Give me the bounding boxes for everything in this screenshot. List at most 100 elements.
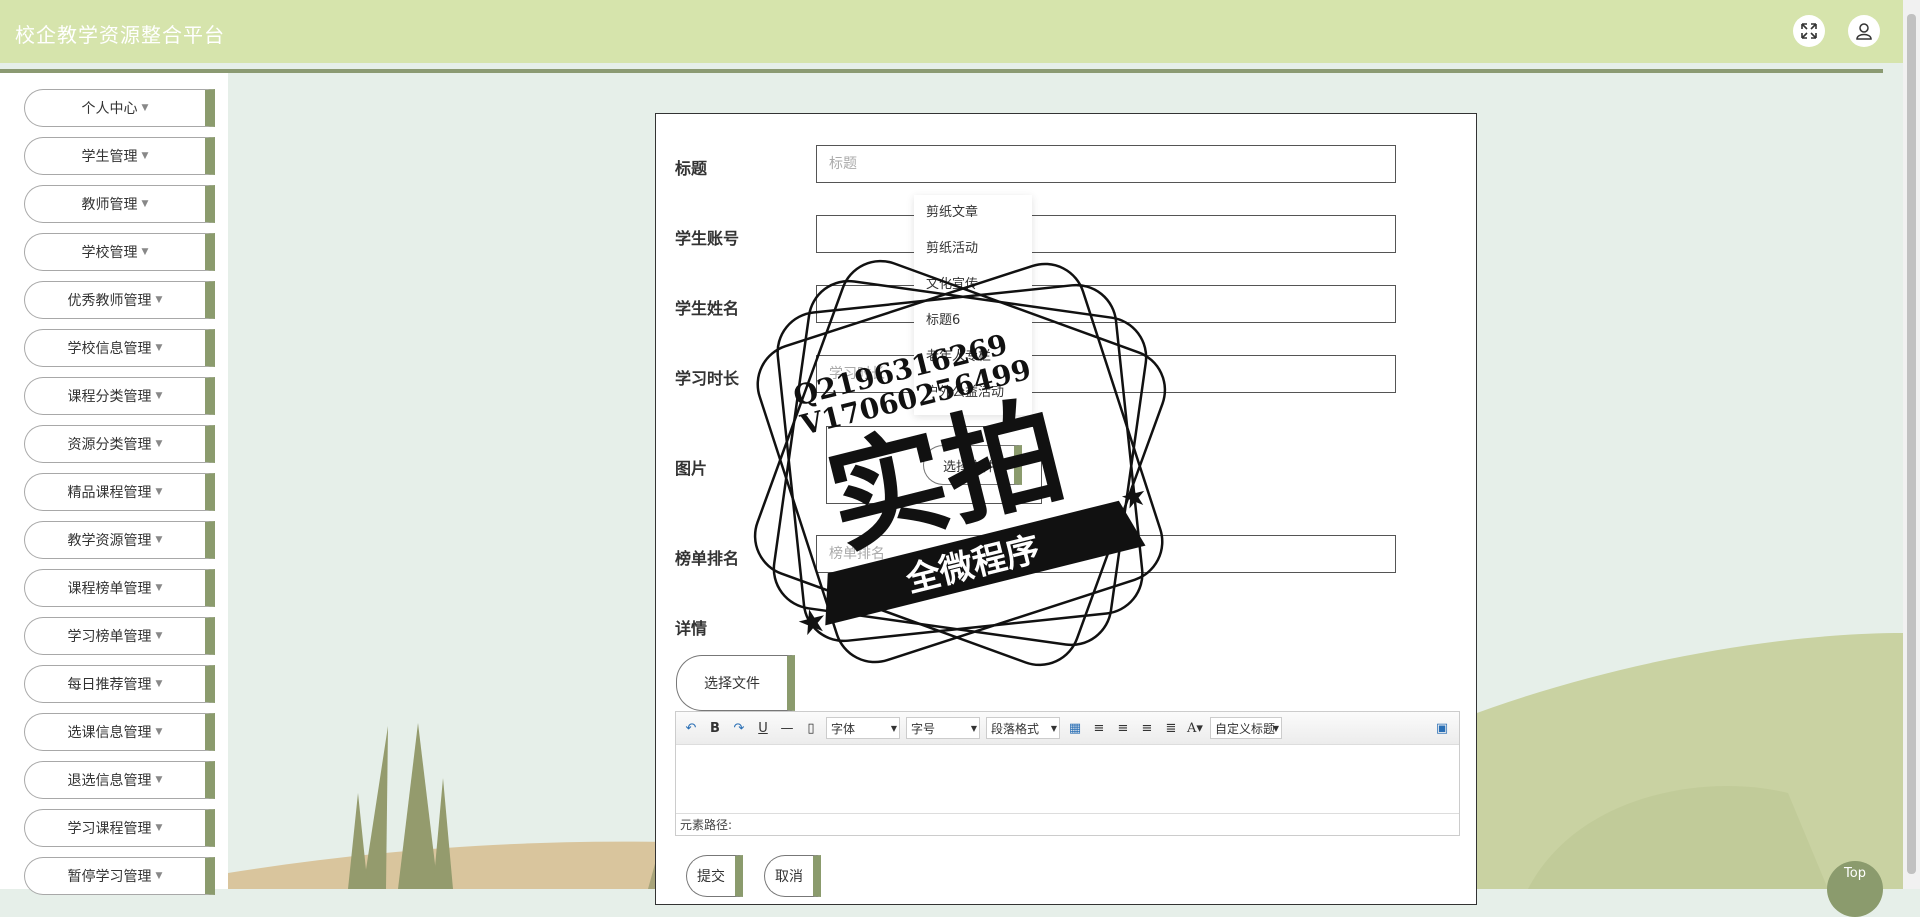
dropdown-item[interactable]: 老年人专栏	[914, 339, 1032, 375]
sidebar-item-paused-learning[interactable]: 暂停学习管理 ▼	[24, 857, 215, 895]
caret-down-icon: ▼	[141, 199, 149, 209]
sidebar-item-label: 选课信息管理	[67, 725, 152, 741]
dropdown-item[interactable]: 文化宣传	[914, 267, 1032, 303]
cancel-button[interactable]: 取消	[764, 855, 821, 897]
horizontal-rule-icon[interactable]: —	[778, 721, 796, 736]
image-choose-file-button[interactable]: 选择文件	[923, 445, 1022, 485]
caret-down-icon: ▼	[155, 775, 163, 785]
caret-down-icon: ▼	[155, 439, 163, 449]
sidebar-item-label: 课程分类管理	[67, 389, 152, 405]
rank-label: 榜单排名	[675, 549, 740, 568]
caret-down-icon: ▼	[155, 727, 163, 737]
caret-down-icon: ▼	[155, 487, 163, 497]
title-input[interactable]	[816, 145, 1396, 183]
custom-title-label: 自定义标题	[1215, 721, 1276, 736]
sidebar-item-label: 学习榜单管理	[67, 629, 152, 645]
image-upload-box: 选择文件	[826, 426, 1042, 504]
scrollbar-thumb[interactable]	[1907, 14, 1916, 874]
page-icon[interactable]: ▯	[802, 721, 820, 736]
sidebar-item-featured-courses[interactable]: 精品课程管理 ▼	[24, 473, 215, 511]
bold-icon[interactable]: B	[706, 721, 724, 736]
caret-down-icon: ▼	[141, 247, 149, 257]
caret-down-icon: ▼	[141, 103, 149, 113]
account-input[interactable]	[816, 215, 1396, 253]
dropdown-item[interactable]: 标题6	[914, 303, 1032, 339]
detail-choose-file-button[interactable]: 选择文件	[676, 655, 795, 711]
paragraph-select-label: 段落格式	[991, 721, 1040, 736]
redo-icon[interactable]: ↷	[730, 721, 748, 736]
sidebar-item-teachers[interactable]: 教师管理 ▼	[24, 185, 215, 223]
submit-button[interactable]: 提交	[686, 855, 743, 897]
caret-down-icon: ▼	[155, 583, 163, 593]
sidebar-item-course-categories[interactable]: 课程分类管理 ▼	[24, 377, 215, 415]
sidebar-item-teaching-resources[interactable]: 教学资源管理 ▼	[24, 521, 215, 559]
sidebar-item-excellent-teachers[interactable]: 优秀教师管理 ▼	[24, 281, 215, 319]
sidebar-item-label: 学校管理	[81, 245, 138, 261]
name-input[interactable]	[816, 285, 1396, 323]
sidebar-item-course-selection[interactable]: 选课信息管理 ▼	[24, 713, 215, 751]
duration-input[interactable]	[816, 355, 1396, 393]
sidebar-item-label: 暂停学习管理	[67, 869, 152, 885]
title-suggestion-dropdown: 剪纸文章 剪纸活动 文化宣传 标题6 老年人专栏 户外公益活动	[914, 195, 1032, 415]
sidebar-item-label: 教学资源管理	[67, 533, 152, 549]
user-button[interactable]	[1848, 15, 1880, 47]
account-label: 学生账号	[675, 229, 740, 248]
editor-body[interactable]	[676, 745, 1459, 805]
name-label: 学生姓名	[675, 299, 740, 318]
image-label: 图片	[675, 459, 708, 478]
sidebar-item-label: 个人中心	[81, 101, 138, 117]
sidebar-item-course-withdrawal[interactable]: 退选信息管理 ▼	[24, 761, 215, 799]
user-icon	[1856, 23, 1872, 40]
dropdown-item[interactable]: 户外公益活动	[914, 375, 1032, 411]
editor-toolbar: ↶ B ↷ U — ▯ 字体 ▼ 字号 ▼ 段落格式 ▼ ▦ ≡ ≡ ≡ ≣ A▾ 自…	[676, 712, 1459, 745]
caret-down-icon: ▼	[155, 631, 163, 641]
font-size-select[interactable]: 字号 ▼	[906, 717, 980, 739]
sidebar-item-schools[interactable]: 学校管理 ▼	[24, 233, 215, 271]
size-select-label: 字号	[911, 721, 936, 736]
dropdown-item[interactable]: 剪纸文章	[914, 195, 1032, 231]
rich-text-editor: ↶ B ↷ U — ▯ 字体 ▼ 字号 ▼ 段落格式 ▼ ▦ ≡ ≡ ≡ ≣ A▾ 自…	[675, 711, 1460, 836]
fullscreen-button[interactable]	[1793, 15, 1825, 47]
editor-status-bar: 元素路径:	[676, 813, 1459, 835]
app-title: 校企教学资源整合平台	[15, 23, 225, 47]
font-color-icon[interactable]: A▾	[1186, 721, 1204, 736]
undo-icon[interactable]: ↶	[682, 721, 700, 736]
sidebar-item-daily-recommendation[interactable]: 每日推荐管理 ▼	[24, 665, 215, 703]
sidebar-item-label: 精品课程管理	[67, 485, 152, 501]
align-right-icon[interactable]: ≡	[1114, 721, 1132, 736]
sidebar-item-label: 优秀教师管理	[67, 293, 152, 309]
align-justify-icon[interactable]: ≣	[1162, 721, 1180, 736]
sidebar-item-students[interactable]: 学生管理 ▼	[24, 137, 215, 175]
sidebar-item-study-ranking[interactable]: 学习榜单管理 ▼	[24, 617, 215, 655]
detail-label: 详情	[675, 619, 708, 638]
caret-down-icon: ▼	[155, 823, 163, 833]
sidebar-item-learning-courses[interactable]: 学习课程管理 ▼	[24, 809, 215, 847]
caret-down-icon: ▼	[155, 535, 163, 545]
rank-input[interactable]	[816, 535, 1396, 573]
paragraph-format-select[interactable]: 段落格式 ▼	[986, 717, 1060, 739]
title-label: 标题	[675, 159, 708, 178]
back-to-top-button[interactable]: Top	[1827, 861, 1883, 917]
sidebar-item-label: 资源分类管理	[67, 437, 152, 453]
table-icon[interactable]: ▦	[1066, 721, 1084, 736]
caret-down-icon: ▼	[155, 295, 163, 305]
preview-icon[interactable]: ▣	[1433, 721, 1451, 736]
align-center-icon[interactable]: ≡	[1138, 721, 1156, 736]
sidebar-item-personal-center[interactable]: 个人中心 ▼	[24, 89, 215, 127]
custom-title-select[interactable]: 自定义标题 ▼	[1210, 717, 1282, 739]
top-header: 校企教学资源整合平台	[0, 0, 1920, 63]
dropdown-item[interactable]: 剪纸活动	[914, 231, 1032, 267]
sidebar-item-course-ranking[interactable]: 课程榜单管理 ▼	[24, 569, 215, 607]
caret-down-icon: ▼	[155, 343, 163, 353]
underline-icon[interactable]: U	[754, 721, 772, 736]
fullscreen-icon	[1801, 23, 1817, 39]
page-scrollbar[interactable]	[1903, 0, 1920, 889]
font-select-label: 字体	[831, 721, 856, 736]
caret-down-icon: ▼	[141, 151, 149, 161]
sidebar: 个人中心 ▼ 学生管理 ▼ 教师管理 ▼ 学校管理 ▼ 优秀教师管理 ▼ 学校信息管理 ▼ …	[0, 73, 228, 895]
font-family-select[interactable]: 字体 ▼	[826, 717, 900, 739]
align-left-icon[interactable]: ≡	[1090, 721, 1108, 736]
sidebar-item-school-info[interactable]: 学校信息管理 ▼	[24, 329, 215, 367]
sidebar-item-resource-categories[interactable]: 资源分类管理 ▼	[24, 425, 215, 463]
caret-down-icon: ▼	[890, 723, 897, 733]
